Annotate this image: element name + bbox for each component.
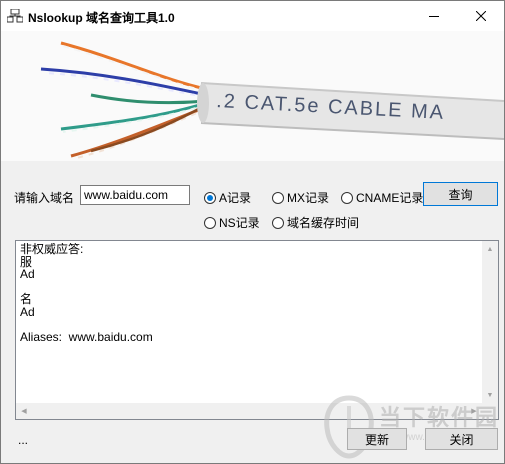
radio-ns-record[interactable]: NS记录 — [204, 214, 260, 231]
minimize-icon — [429, 16, 439, 17]
radio-label: 域名缓存时间 — [287, 216, 360, 230]
close-icon — [476, 11, 486, 21]
radio-label: CNAME记录 — [356, 191, 424, 205]
scroll-up-icon[interactable]: ▲ — [482, 241, 498, 257]
scrollbar-corner — [482, 403, 498, 419]
scroll-left-icon[interactable]: ◀ — [16, 403, 32, 419]
result-text: 非权威应答: 服 Ad 名 Ad Aliases: www.baidu.com — [20, 243, 153, 345]
domain-label: 请输入域名 — [14, 191, 75, 205]
radio-cname-record[interactable]: CNAME记录 — [341, 189, 423, 206]
radio-label: A记录 — [219, 191, 252, 205]
scroll-right-icon[interactable]: ▶ — [466, 403, 482, 419]
query-button[interactable]: 查询 — [423, 182, 498, 206]
app-window: Nslookup 域名查询工具1.0 .2 CAT.5e CABLE MA 请输… — [0, 0, 505, 464]
radio-cache-time[interactable]: 域名缓存时间 — [272, 214, 359, 231]
title-bar: Nslookup 域名查询工具1.0 — [1, 1, 504, 31]
refresh-button[interactable]: 更新 — [347, 428, 407, 450]
result-textarea[interactable]: 非权威应答: 服 Ad 名 Ad Aliases: www.baidu.com … — [15, 240, 499, 420]
vertical-scrollbar[interactable]: ▲ ▼ — [482, 241, 498, 403]
status-text: ... — [18, 433, 29, 447]
radio-circle — [272, 191, 284, 204]
radio-mx-record[interactable]: MX记录 — [272, 189, 329, 206]
close-button-label: 关闭 — [449, 432, 474, 447]
radio-circle — [204, 216, 216, 229]
radio-circle — [272, 216, 284, 229]
radio-label: NS记录 — [219, 216, 260, 230]
close-window-button[interactable] — [458, 1, 504, 31]
domain-input[interactable] — [80, 185, 190, 205]
query-button-label: 查询 — [448, 187, 473, 202]
radio-a-record[interactable]: A记录 — [204, 189, 251, 206]
window-title: Nslookup 域名查询工具1.0 — [28, 11, 175, 25]
radio-circle — [204, 191, 216, 204]
app-icon — [7, 9, 23, 23]
horizontal-scrollbar[interactable]: ◀ ▶ — [16, 403, 482, 419]
close-button[interactable]: 关闭 — [425, 428, 498, 450]
cable-banner-image: .2 CAT.5e CABLE MA — [1, 31, 504, 161]
radio-label: MX记录 — [287, 191, 330, 205]
minimize-button[interactable] — [411, 1, 457, 31]
refresh-button-label: 更新 — [364, 432, 389, 447]
scroll-down-icon[interactable]: ▼ — [482, 387, 498, 403]
radio-circle — [341, 191, 353, 204]
